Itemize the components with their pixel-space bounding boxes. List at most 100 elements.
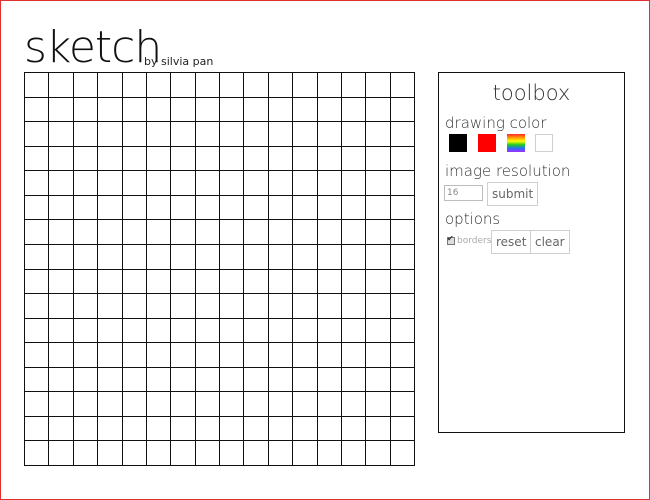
grid-cell[interactable] [366,73,391,98]
grid-cell[interactable] [122,220,147,245]
grid-cell[interactable] [146,318,172,344]
grid-cell[interactable] [390,441,415,466]
grid-cell[interactable] [195,220,220,245]
grid-cell[interactable] [390,367,415,393]
grid-cell[interactable] [220,195,245,221]
grid-cell[interactable] [317,244,342,270]
grid-cell[interactable] [49,171,74,196]
grid-cell[interactable] [293,97,318,123]
grid-cell[interactable] [146,146,172,172]
grid-cell[interactable] [49,195,74,221]
grid-cell[interactable] [98,318,123,344]
grid-cell[interactable] [366,416,391,442]
grid-cell[interactable] [244,318,269,344]
grid-cell[interactable] [195,269,220,295]
grid-cell[interactable] [73,244,99,270]
grid-cell[interactable] [25,416,50,442]
grid-cell[interactable] [244,441,269,466]
grid-cell[interactable] [390,122,415,147]
grid-cell[interactable] [146,269,172,295]
grid-cell[interactable] [122,367,147,393]
grid-cell[interactable] [244,122,269,147]
grid-cell[interactable] [49,416,74,442]
grid-cell[interactable] [244,195,269,221]
color-swatch-black[interactable] [449,134,467,152]
grid-cell[interactable] [293,146,318,172]
grid-cell[interactable] [25,97,50,123]
grid-cell[interactable] [268,73,294,98]
color-swatch-rainbow[interactable] [507,134,525,152]
grid-cell[interactable] [293,195,318,221]
grid-cell[interactable] [390,318,415,344]
grid-cell[interactable] [220,73,245,98]
grid-cell[interactable] [341,269,367,295]
grid-cell[interactable] [317,392,342,417]
grid-cell[interactable] [171,367,196,393]
grid-cell[interactable] [317,318,342,344]
grid-cell[interactable] [244,220,269,245]
grid-cell[interactable] [268,343,294,368]
grid-cell[interactable] [220,220,245,245]
grid-cell[interactable] [341,244,367,270]
grid-cell[interactable] [195,392,220,417]
grid-cell[interactable] [73,122,99,147]
grid-cell[interactable] [122,244,147,270]
grid-cell[interactable] [220,441,245,466]
grid-cell[interactable] [73,343,99,368]
grid-cell[interactable] [73,73,99,98]
grid-cell[interactable] [341,146,367,172]
grid-cell[interactable] [390,269,415,295]
grid-cell[interactable] [171,416,196,442]
grid-cell[interactable] [220,146,245,172]
grid-cell[interactable] [366,367,391,393]
grid-cell[interactable] [73,318,99,344]
grid-cell[interactable] [98,343,123,368]
grid-cell[interactable] [25,122,50,147]
grid-cell[interactable] [293,220,318,245]
grid-cell[interactable] [98,97,123,123]
grid-cell[interactable] [98,171,123,196]
grid-cell[interactable] [98,244,123,270]
grid-cell[interactable] [293,171,318,196]
grid-cell[interactable] [366,441,391,466]
grid-cell[interactable] [73,441,99,466]
grid-cell[interactable] [122,392,147,417]
grid-cell[interactable] [49,220,74,245]
grid-cell[interactable] [195,73,220,98]
grid-cell[interactable] [195,97,220,123]
grid-cell[interactable] [195,367,220,393]
grid-cell[interactable] [390,97,415,123]
grid-cell[interactable] [293,343,318,368]
grid-cell[interactable] [122,73,147,98]
grid-cell[interactable] [341,392,367,417]
grid-cell[interactable] [244,416,269,442]
grid-cell[interactable] [341,73,367,98]
grid-cell[interactable] [293,441,318,466]
grid-cell[interactable] [171,171,196,196]
grid-cell[interactable] [293,122,318,147]
grid-cell[interactable] [171,244,196,270]
grid-cell[interactable] [341,220,367,245]
grid-cell[interactable] [73,269,99,295]
sketch-grid[interactable] [24,72,415,466]
grid-cell[interactable] [366,146,391,172]
reset-button[interactable]: reset [491,230,532,254]
grid-cell[interactable] [146,220,172,245]
grid-cell[interactable] [220,367,245,393]
grid-cell[interactable] [49,146,74,172]
grid-cell[interactable] [317,195,342,221]
grid-cell[interactable] [73,146,99,172]
grid-cell[interactable] [49,269,74,295]
grid-cell[interactable] [366,392,391,417]
grid-cell[interactable] [268,244,294,270]
grid-cell[interactable] [49,367,74,393]
grid-cell[interactable] [98,441,123,466]
grid-cell[interactable] [25,318,50,344]
grid-cell[interactable] [122,343,147,368]
grid-cell[interactable] [49,244,74,270]
grid-cell[interactable] [171,318,196,344]
grid-cell[interactable] [195,318,220,344]
grid-cell[interactable] [220,318,245,344]
grid-cell[interactable] [73,416,99,442]
grid-cell[interactable] [244,146,269,172]
